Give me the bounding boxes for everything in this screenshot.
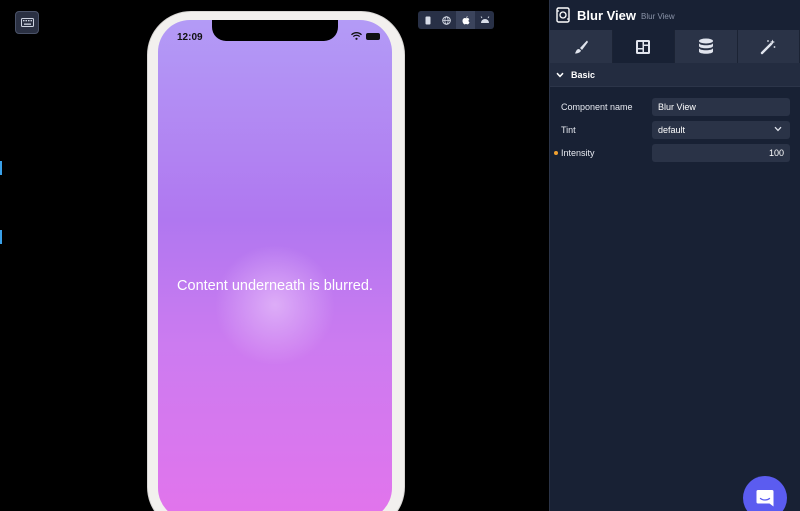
panel-subtitle: Blur View — [641, 11, 675, 21]
device-web-button[interactable] — [437, 11, 456, 29]
android-icon — [480, 16, 489, 23]
layout-icon — [636, 39, 651, 54]
prop-label: Component name — [561, 102, 633, 112]
brush-icon — [574, 40, 588, 53]
tab-data[interactable] — [675, 30, 738, 63]
panel-header: Blur View Blur View — [550, 0, 800, 30]
blur-content-text: Content underneath is blurred. — [177, 278, 373, 294]
blur-view-component-icon — [556, 7, 570, 23]
chevron-down-icon — [774, 126, 782, 132]
tab-layout[interactable] — [612, 30, 675, 63]
apple-icon — [461, 15, 469, 24]
device-android-button[interactable] — [475, 11, 494, 29]
tab-interactions[interactable] — [737, 30, 800, 63]
panel-title: Blur View — [577, 7, 637, 23]
phone-icon — [425, 16, 430, 24]
modified-indicator — [554, 151, 558, 155]
device-phone-button[interactable] — [418, 11, 437, 29]
properties-panel: Blur View Blur View Basic Component name… — [549, 0, 800, 511]
tint-selected-value: default — [658, 125, 686, 135]
panel-tabs — [550, 30, 800, 63]
section-title: Basic — [571, 69, 596, 80]
prop-component-name: Component name Blur View — [550, 98, 800, 116]
edge-marker — [0, 161, 2, 175]
magic-wand-icon — [761, 39, 776, 54]
phone-screen: 12:09 Content underneath is blurred. — [158, 20, 392, 511]
database-icon — [698, 38, 713, 54]
globe-icon — [442, 15, 451, 25]
keyboard-icon — [20, 18, 34, 27]
status-time: 12:09 — [177, 32, 203, 43]
chat-icon — [756, 490, 774, 507]
chevron-down-icon — [556, 72, 564, 77]
device-ios-button[interactable] — [456, 11, 475, 29]
prop-label: Tint — [561, 125, 576, 135]
intensity-input[interactable]: 100 — [652, 144, 790, 162]
phone-notch — [212, 20, 338, 41]
edge-marker — [0, 230, 2, 244]
status-icons — [351, 32, 380, 40]
battery-icon — [366, 32, 380, 40]
tab-style[interactable] — [550, 30, 613, 63]
prop-label: Intensity — [561, 148, 595, 158]
tint-select[interactable]: default — [652, 121, 790, 139]
component-name-input[interactable]: Blur View — [652, 98, 790, 116]
wifi-icon — [351, 32, 362, 40]
prop-intensity: Intensity 100 — [550, 144, 800, 162]
prop-tint: Tint default — [550, 121, 800, 139]
device-switcher — [418, 11, 494, 29]
section-basic-header[interactable]: Basic — [550, 63, 800, 87]
keyboard-toggle-button[interactable] — [15, 11, 39, 34]
